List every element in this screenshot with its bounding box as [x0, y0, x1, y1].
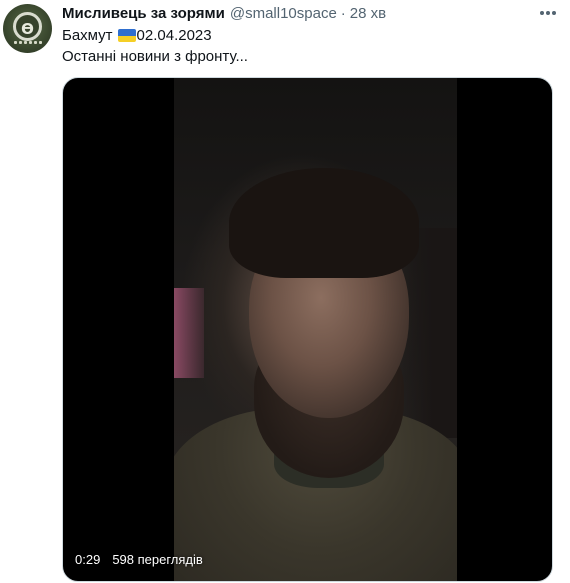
tweet-timestamp[interactable]: 28 хв	[350, 5, 386, 22]
tweet-text-line-2: Останні новини з фронту...	[62, 48, 248, 65]
tweet-header: Мисливець за зорями @small10space · 28 х…	[62, 5, 530, 25]
video-frame	[174, 78, 457, 581]
background-wall	[174, 288, 204, 378]
more-options-icon[interactable]	[540, 10, 556, 16]
author-handle[interactable]: @small10space	[230, 5, 337, 22]
video-view-count: 598 переглядів	[112, 552, 203, 567]
tweet-text-date: 02.04.2023	[136, 27, 212, 44]
emblem-lettering-decoration	[3, 41, 52, 48]
video-duration: 0:29	[75, 552, 101, 567]
header-separator: ·	[340, 5, 346, 22]
tweet[interactable]: ϴ Мисливець за зорями @small10space · 28…	[0, 0, 570, 583]
ukraine-flag-icon	[117, 29, 136, 42]
tweet-text-location: Бахмут	[62, 27, 113, 44]
person-hair	[229, 168, 419, 278]
video-info-overlay: 0:29 598 переглядів	[75, 552, 203, 567]
author-display-name[interactable]: Мисливець за зорями	[62, 5, 225, 22]
avatar[interactable]: ϴ	[3, 4, 52, 53]
video-player[interactable]: 0:29 598 переглядів	[62, 77, 553, 582]
tweet-text-line-1: Бахмут 02.04.2023	[62, 27, 212, 44]
